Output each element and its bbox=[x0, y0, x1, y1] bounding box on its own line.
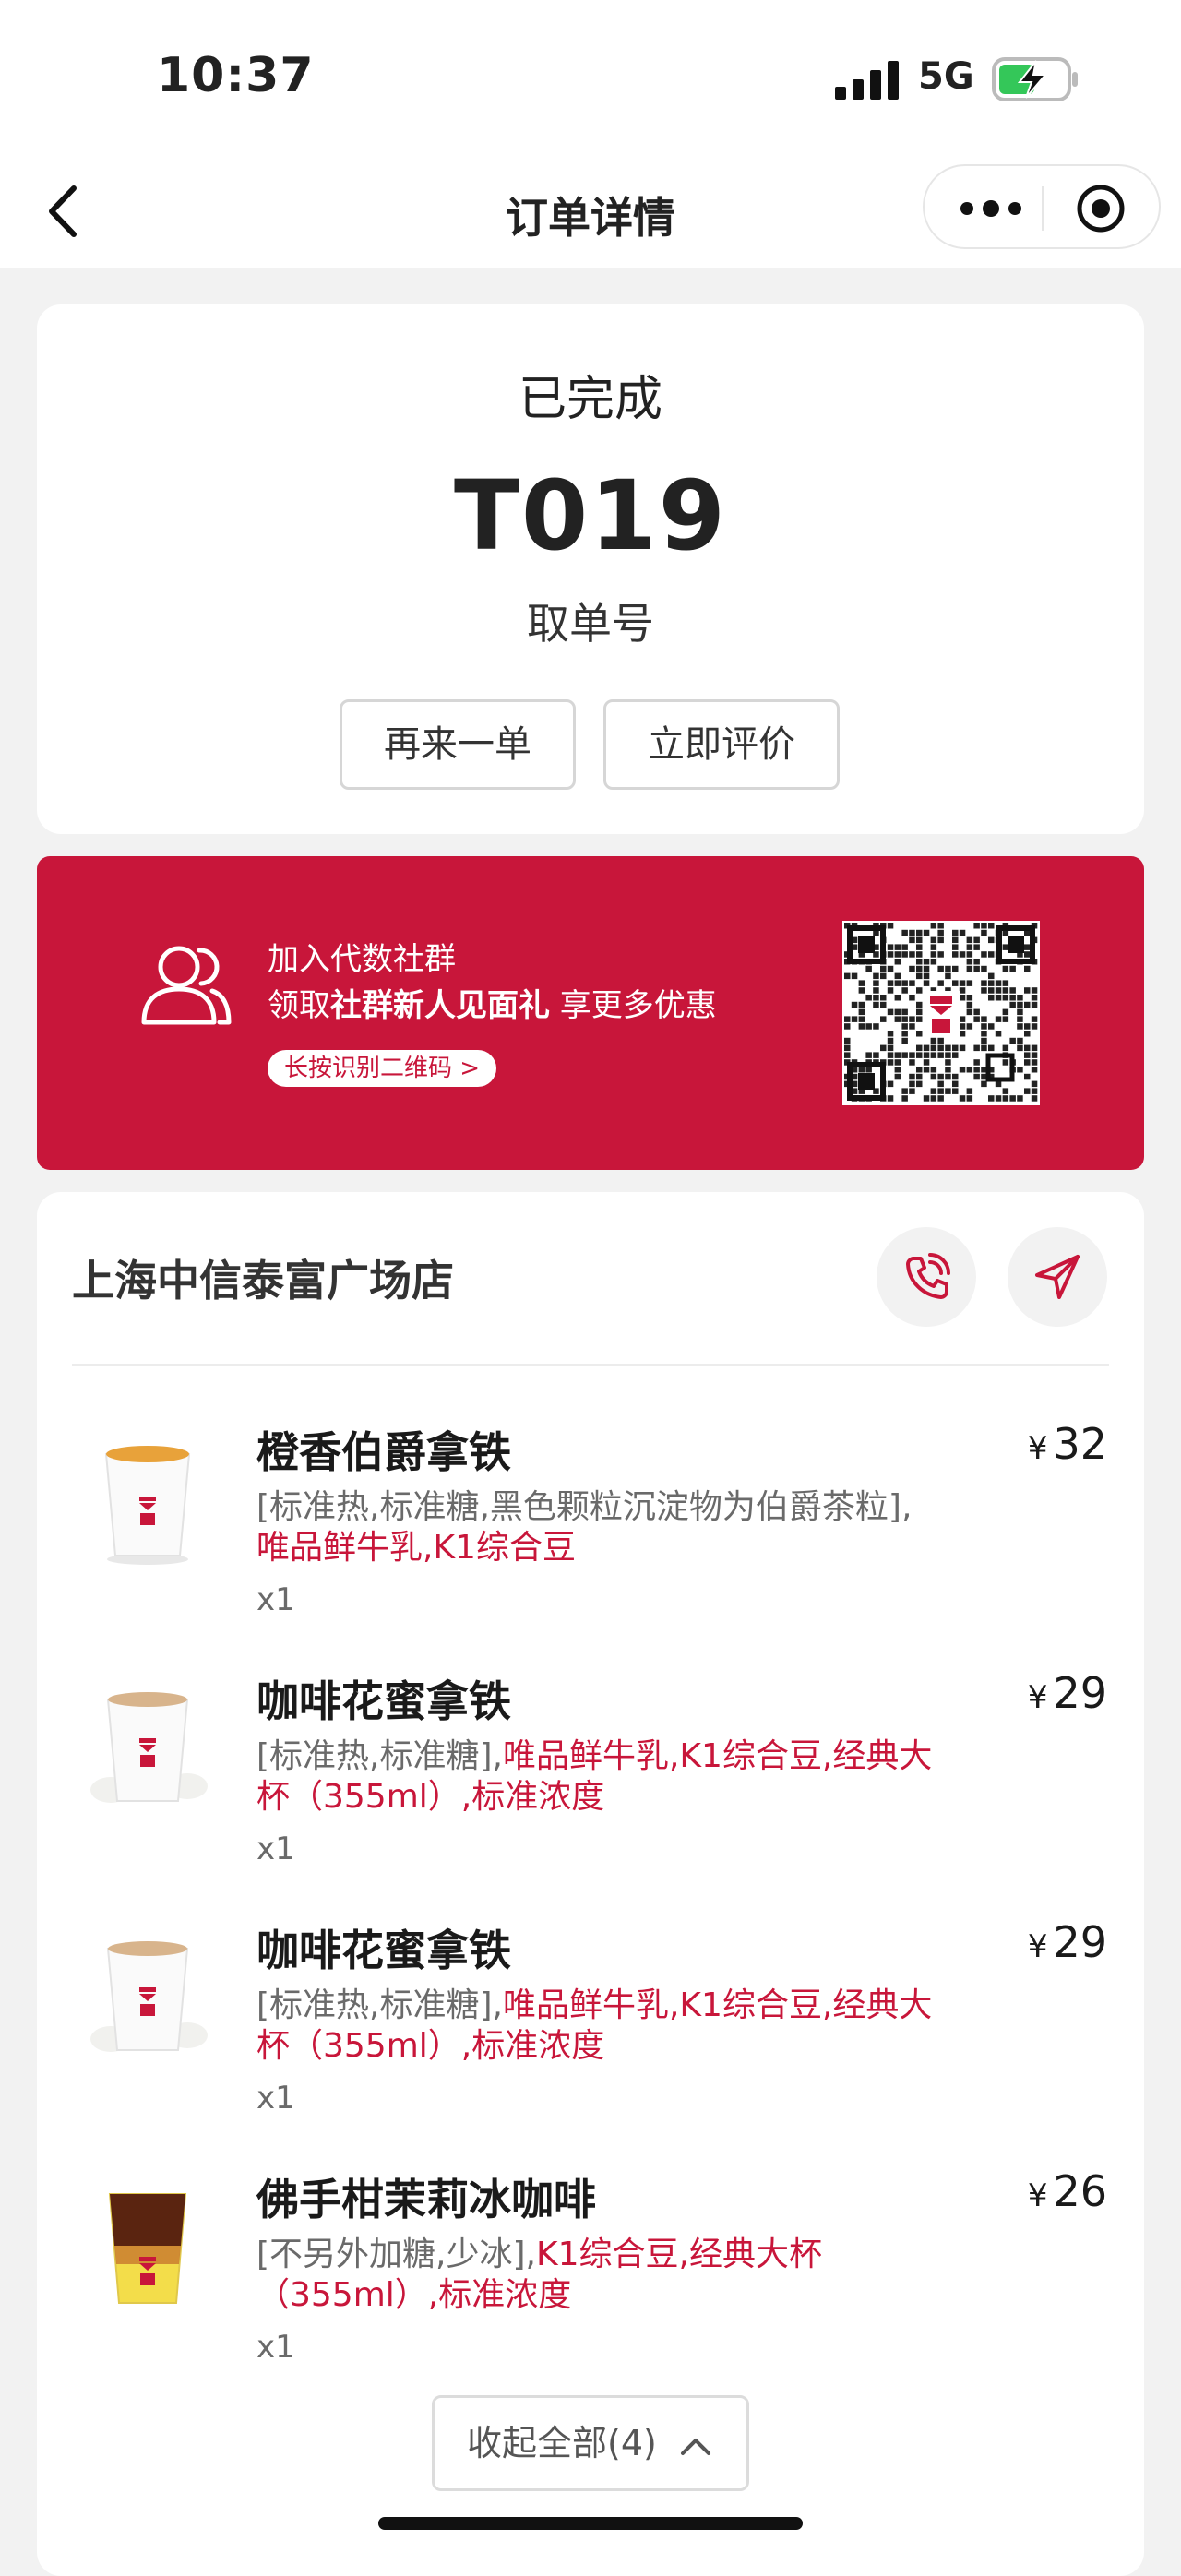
order-items-card: 上海中信泰富广场店 橙香伯爵拿铁 ¥32 [标准热,标准糖,黑色颗粒沉淀物为伯爵… bbox=[37, 1192, 1144, 2576]
order-status-card: 已完成 T019 取单号 再来一单 立即评价 bbox=[37, 304, 1144, 834]
community-promo-banner[interactable]: 加入代数社群 领取社群新人见面礼 享更多优惠 长按识别二维码 > bbox=[37, 856, 1144, 1170]
spec-base: [标准热,标准糖,黑色颗粒沉淀物为伯爵茶粒], bbox=[256, 1488, 913, 1526]
item-name: 咖啡花蜜拿铁 bbox=[256, 1926, 511, 1975]
phone-icon bbox=[906, 1253, 950, 1299]
promo-gift: 社群新人见面礼 bbox=[330, 987, 550, 1024]
item-spec: [标准热,标准糖],唯品鲜牛乳,K1综合豆,经典大杯（355ml）,标准浓度 bbox=[256, 1986, 939, 2067]
order-status: 已完成 bbox=[518, 372, 662, 427]
promo-prefix: 领取 bbox=[268, 987, 330, 1024]
home-indicator bbox=[378, 2517, 803, 2530]
call-store-button[interactable] bbox=[877, 1227, 976, 1327]
review-button[interactable]: 立即评价 bbox=[603, 699, 840, 790]
status-time: 10:37 bbox=[157, 48, 315, 103]
price-value: 29 bbox=[1053, 1917, 1107, 1967]
price-value: 29 bbox=[1053, 1668, 1107, 1718]
mini-program-capsule bbox=[923, 164, 1161, 249]
pickup-label: 取单号 bbox=[527, 599, 654, 649]
network-type: 5G bbox=[918, 55, 974, 98]
capsule-divider bbox=[1042, 186, 1044, 231]
more-icon[interactable] bbox=[958, 192, 1032, 225]
item-spec: [不另外加糖,少冰],K1综合豆,经典大杯（355ml）,标准浓度 bbox=[256, 2235, 939, 2316]
item-price: ¥29 bbox=[1028, 1917, 1107, 1967]
collapse-label: 收起全部(4) bbox=[467, 2423, 657, 2463]
item-quantity: x1 bbox=[256, 2080, 295, 2117]
promo-title: 加入代数社群 bbox=[268, 941, 456, 978]
navigate-store-button[interactable] bbox=[1008, 1227, 1107, 1327]
chevron-up-icon bbox=[680, 2438, 710, 2455]
status-bar: 10:37 5G bbox=[0, 0, 1181, 157]
latte-cup-image bbox=[104, 1446, 191, 1565]
item-price: ¥32 bbox=[1028, 1419, 1107, 1469]
currency-symbol: ¥ bbox=[1027, 1928, 1048, 1965]
promo-subtitle: 领取社群新人见面礼 享更多优惠 bbox=[268, 980, 717, 1025]
item-quantity: x1 bbox=[256, 1831, 295, 1867]
qr-code[interactable] bbox=[842, 921, 1040, 1105]
spec-base: [标准热,标准糖], bbox=[256, 1986, 503, 2024]
pickup-number: T019 bbox=[453, 459, 728, 572]
item-spec: [标准热,标准糖],唯品鲜牛乳,K1综合豆,经典大杯（355ml）,标准浓度 bbox=[256, 1736, 939, 1818]
currency-symbol: ¥ bbox=[1027, 1679, 1048, 1716]
item-spec: [标准热,标准糖,黑色颗粒沉淀物为伯爵茶粒],唯品鲜牛乳,K1综合豆 bbox=[256, 1487, 939, 1568]
nav-bar: 订单详情 bbox=[0, 157, 1181, 268]
battery-charging-icon bbox=[992, 57, 1078, 101]
spec-base: [不另外加糖,少冰], bbox=[256, 2236, 536, 2273]
spec-base: [标准热,标准糖], bbox=[256, 1737, 503, 1775]
signal-icon bbox=[835, 61, 899, 100]
order-item: 咖啡花蜜拿铁 ¥29 [标准热,标准糖],唯品鲜牛乳,K1综合豆,经典大杯（35… bbox=[37, 1668, 1144, 1908]
iced-coffee-cup-image bbox=[108, 2193, 187, 2304]
honey-latte-cup-image bbox=[90, 1941, 208, 2052]
order-item: 佛手柑茉莉冰咖啡 ¥26 [不另外加糖,少冰],K1综合豆,经典大杯（355ml… bbox=[37, 2166, 1144, 2406]
item-price: ¥26 bbox=[1028, 2166, 1107, 2216]
spec-highlight: 唯品鲜牛乳,K1综合豆 bbox=[256, 1529, 576, 1567]
item-name: 橙香伯爵拿铁 bbox=[256, 1427, 511, 1477]
price-value: 32 bbox=[1053, 1419, 1107, 1469]
item-quantity: x1 bbox=[256, 2329, 295, 2366]
store-name: 上海中信泰富广场店 bbox=[72, 1256, 454, 1306]
currency-symbol: ¥ bbox=[1027, 2177, 1048, 2214]
item-quantity: x1 bbox=[256, 1581, 295, 1618]
close-target-icon[interactable] bbox=[1075, 183, 1127, 234]
reorder-button[interactable]: 再来一单 bbox=[340, 699, 576, 790]
scan-qr-pill[interactable]: 长按识别二维码 > bbox=[268, 1050, 497, 1087]
divider bbox=[72, 1364, 1109, 1366]
price-value: 26 bbox=[1053, 2166, 1107, 2216]
collapse-all-button[interactable]: 收起全部(4) bbox=[432, 2395, 749, 2491]
item-name: 咖啡花蜜拿铁 bbox=[256, 1676, 511, 1726]
order-item: 咖啡花蜜拿铁 ¥29 [标准热,标准糖],唯品鲜牛乳,K1综合豆,经典大杯（35… bbox=[37, 1917, 1144, 2157]
promo-suffix: 享更多优惠 bbox=[550, 987, 717, 1024]
group-icon bbox=[141, 946, 232, 1025]
item-price: ¥29 bbox=[1028, 1668, 1107, 1718]
item-name: 佛手柑茉莉冰咖啡 bbox=[256, 2175, 596, 2224]
navigation-icon bbox=[1035, 1255, 1080, 1299]
currency-symbol: ¥ bbox=[1027, 1430, 1048, 1467]
order-item: 橙香伯爵拿铁 ¥32 [标准热,标准糖,黑色颗粒沉淀物为伯爵茶粒],唯品鲜牛乳,… bbox=[37, 1419, 1144, 1659]
honey-latte-cup-image bbox=[90, 1692, 208, 1803]
